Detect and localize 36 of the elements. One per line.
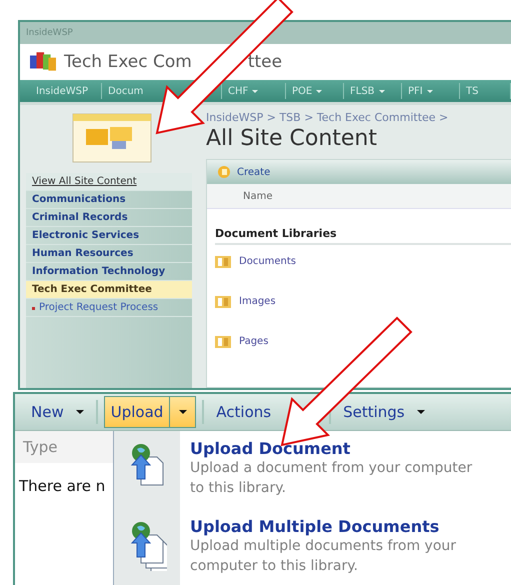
toolbar-button[interactable]: Upload [104,396,170,428]
library-icon [215,295,231,308]
menu-item-description: Upload a document from your computer to this library. [190,459,474,498]
toolbar-button[interactable]: Actions [210,399,278,425]
page-title: All Site Content [206,126,378,151]
toolbar-button[interactable]: New [25,399,90,425]
nav-link[interactable]: Electronic Services [32,230,140,241]
library-link[interactable]: Documents [239,256,296,267]
menu-item-description: Upload multiple documents from your computer to this library. [190,536,458,576]
site-title: Tech Exec Com [64,52,192,72]
menu-item-title: Upload Document [190,439,352,458]
nav-link[interactable]: Human Resources [32,248,134,259]
nav-link[interactable]: Information Technology [32,266,166,277]
library-link[interactable]: Pages [239,336,268,347]
site-image-icon [72,113,152,163]
menu-item[interactable]: Upload Multiple Documents Upload multiple documents from your computer to this library. [114,508,511,585]
nav-link[interactable]: Project Request Process [39,302,158,313]
library-icon [215,335,231,348]
bullet-icon [32,307,35,310]
create-icon [217,165,231,179]
breadcrumb[interactable]: InsideWSP > TSB > Tech Exec Committee > [206,111,511,124]
nav-link[interactable]: Communications [32,194,126,205]
column-label: Type [23,438,58,456]
column-label: Name [243,190,273,202]
create-link[interactable]: Create [237,166,270,178]
site-title: ttee [248,52,282,72]
menu-item[interactable]: Upload Document Upload a document from your computer to this library. [114,431,511,508]
section-heading: Document Libraries [215,227,511,245]
empty-message: There are n [19,477,106,495]
nav-link[interactable]: Criminal Records [32,212,128,223]
library-icon [215,255,231,268]
site-logo-icon [30,51,56,73]
window-title: InsideWSP [26,28,73,38]
library-link[interactable]: Images [239,296,276,307]
menu-item-title: Upload Multiple Documents [190,516,440,536]
dropdown-button[interactable] [170,396,196,428]
